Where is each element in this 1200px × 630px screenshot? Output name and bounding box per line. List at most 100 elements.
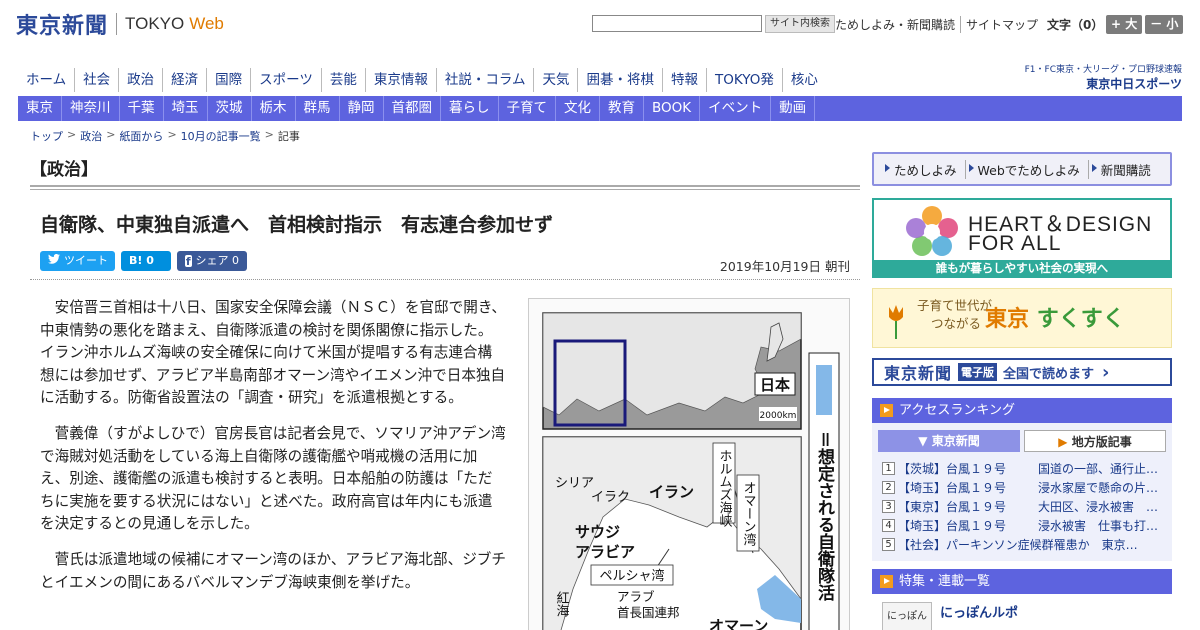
article-paragraph: 菅氏は派遣地域の候補にオマーン湾のほか、アラビア海北部、ジブチとイエメンの間にあ… [40,550,506,591]
rank-number: 3 [882,500,895,513]
sukusuku-tagline: 子育て世代が つながる [917,297,992,333]
nav-entertainment[interactable]: 芸能 [320,68,365,92]
logo-web: Web [189,14,224,33]
region-education[interactable]: 教育 [600,96,644,121]
region-shizuoka[interactable]: 静岡 [340,96,384,121]
rank-number: 4 [882,519,895,532]
label-red-sea: 紅海 [554,591,570,617]
facebook-share-button[interactable]: f シェア 0 [177,251,247,271]
ranking-list: 1 【茨城】台風１９号 国道の一部、通行止… 2 【埼玉】台風１９号 浸水家屋で… [882,459,1167,554]
chunichi-sports-banner[interactable]: F1・FC東京・大リーグ・プロ野球速報 東京中日スポーツ [1022,62,1182,92]
region-ibaraki[interactable]: 茨城 [208,96,252,121]
chevron-right-icon: › [1102,361,1110,383]
region-tochigi[interactable]: 栃木 [252,96,296,121]
breadcrumb-month-list[interactable]: 10月の記事一覧 [181,128,261,144]
breadcrumb-separator: > [167,128,177,141]
tulip-icon [889,305,903,339]
site-header: 東京新聞 TOKYO Web サイト内検索 ためしよみ・新聞購読 サイトマップ … [0,0,1200,48]
ranking-row[interactable]: 2 【埼玉】台風１９号 浸水家屋で懸命の片… [882,478,1167,497]
ranking-row[interactable]: 1 【茨城】台風１９号 国道の一部、通行止… [882,459,1167,478]
hatena-bookmark-button[interactable]: B! 0 [121,251,171,271]
epaper-text: 全国で読めます [1003,366,1095,382]
region-chiba[interactable]: 千葉 [120,96,164,121]
nav-home[interactable]: ホーム [18,68,74,92]
ranking-row[interactable]: 3 【東京】台風１９号 大田区、浸水被害 … [882,497,1167,516]
ranking-row[interactable]: 5 【社会】パーキンソン症候群罹患か 東京… [882,535,1167,554]
section-divider [30,185,860,190]
region-parenting[interactable]: 子育て [499,96,556,121]
label-uae-2: 首長国連邦 [617,605,680,620]
font-larger-button[interactable]: + 大 [1106,15,1143,34]
logo-divider [116,13,118,35]
rank-title-left: 【埼玉】台風１９号 [898,519,1007,533]
label-uae-1: アラブ [617,589,655,604]
nav-politics[interactable]: 政治 [118,68,162,92]
top-link-subscribe[interactable]: ためしよみ・新聞購読 [830,16,960,33]
tweet-button[interactable]: ツイート [40,251,115,271]
nav-economy[interactable]: 経済 [162,68,206,92]
article-map-figure[interactable]: 日本 2000km ＝想定される自衛隊活 シリア イラク イラン サウジ アラビ… [528,298,850,630]
site-logo[interactable]: 東京新聞 TOKYO Web [16,8,224,40]
font-smaller-button[interactable]: － 小 [1145,15,1184,34]
nav-weather[interactable]: 天気 [533,68,577,92]
section-title: 【政治】 [30,160,98,180]
search-input[interactable] [592,15,762,32]
region-tokyo[interactable]: 東京 [18,96,62,121]
sukusuku-banner[interactable]: 子育て世代が つながる 東京 すくすく [872,288,1172,348]
region-shutoken[interactable]: 首都圏 [384,96,441,121]
nav-editorial[interactable]: 社説・コラム [435,68,534,92]
ranking-title: アクセスランキング [899,403,1015,418]
rank-title-right: 国道の一部、通行止… [1038,462,1159,476]
nav-go-shogi[interactable]: 囲碁・将棋 [577,68,662,92]
breadcrumb-separator: > [67,128,77,141]
rank-number: 1 [882,462,895,475]
region-nav: 東京 神奈川 千葉 埼玉 茨城 栃木 群馬 静岡 首都圏 暮らし 子育て 文化 … [18,96,1182,121]
sukusuku-tagline-2: つながる [931,316,982,331]
region-gunma[interactable]: 群馬 [296,96,340,121]
rank-title-left: 【茨城】台風１９号 [898,462,1007,476]
region-culture[interactable]: 文化 [556,96,600,121]
twitter-bird-icon [48,251,60,271]
label-persian-gulf: ペルシャ湾 [599,568,664,584]
region-video[interactable]: 動画 [771,96,816,121]
sukusuku-tagline-1: 子育て世代が [917,298,993,313]
font-size-label: 文字（0） [1047,18,1104,32]
ranking-tab-tokyo-label: 東京新聞 [931,434,980,448]
nav-tokyo-hatsu[interactable]: TOKYO発 [705,68,782,92]
nav-tokuho[interactable]: 特報 [661,68,706,92]
nav-sports[interactable]: スポーツ [250,68,321,92]
trial-link-web-tameshiyomi[interactable]: Webでためしよみ [964,159,1088,179]
ranking-tab-tokyo[interactable]: ▼ 東京新聞 [878,430,1020,452]
ranking-row[interactable]: 4 【埼玉】台風１９号 浸水被害 仕事も打… [882,516,1167,535]
region-saitama[interactable]: 埼玉 [164,96,208,121]
breadcrumb-paper[interactable]: 紙面から [119,128,163,144]
heart-subtitle: 誰もが暮らしやすい社会の実現へ [874,260,1170,276]
region-kanagawa[interactable]: 神奈川 [62,96,120,121]
article-body: 安倍晋三首相は十八日、国家安全保障会議（ＮＳＣ）を官邸で開き、中東情勢の悪化を踏… [40,297,506,607]
region-living[interactable]: 暮らし [441,96,499,121]
breadcrumb-top[interactable]: トップ [30,128,63,144]
heart-design-banner[interactable]: HEART＆DESIGN FOR ALL 誰もが暮らしやすい社会の実現へ [872,198,1172,278]
nav-kakushin[interactable]: 核心 [781,68,826,92]
arrow-bullet-icon [880,575,893,588]
nav-international[interactable]: 国際 [206,68,250,92]
special-title: 特集・連載一覧 [899,574,991,589]
trial-link-subscribe[interactable]: 新聞購読 [1087,159,1159,179]
legend-text: ＝想定される自衛隊活 [814,431,836,602]
epaper-banner[interactable]: 東京新聞 電子版 全国で読めます › [872,358,1172,386]
nippon-thumbnail[interactable]: にっぽん [882,602,932,630]
nav-tokyo-info[interactable]: 東京情報 [364,68,436,92]
search-button[interactable]: サイト内検索 [765,15,835,33]
trial-links-box: ためしよみ Webでためしよみ 新聞購読 [872,152,1172,186]
breadcrumb-politics[interactable]: 政治 [80,128,102,144]
region-book[interactable]: BOOK [644,96,701,121]
trial-link-tameshiyomi[interactable]: ためしよみ [882,160,965,179]
breadcrumb-separator: > [106,128,116,141]
region-event[interactable]: イベント [700,96,772,121]
article-headline: 自衛隊、中東独自派遣へ 首相検討指示 有志連合参加せず [40,214,554,236]
top-link-sitemap[interactable]: サイトマップ [960,16,1043,33]
nippon-rupo-link[interactable]: にっぽんルポ [940,602,1018,621]
ranking-tab-local[interactable]: ▶ 地方版記事 [1024,430,1166,452]
logo-tokyo: TOKYO [125,14,185,33]
nav-society[interactable]: 社会 [74,68,118,92]
